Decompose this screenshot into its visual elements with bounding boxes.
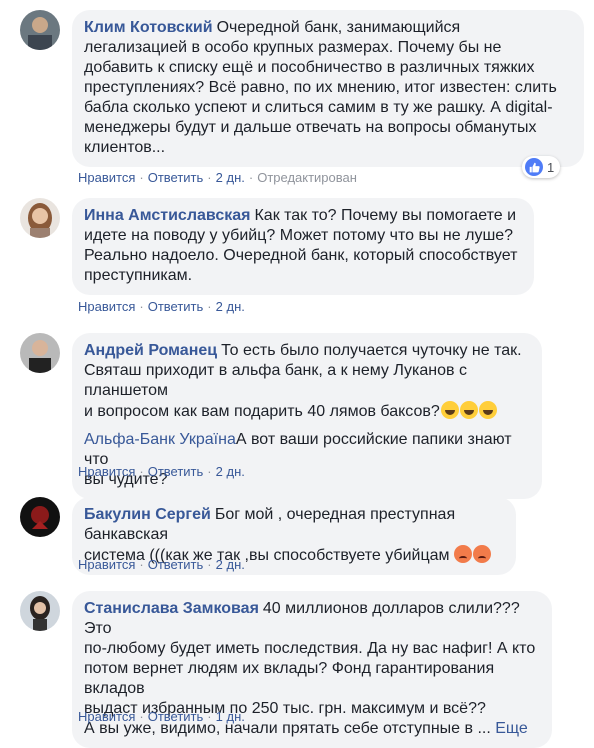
see-more-link[interactable]: Еще <box>495 720 528 737</box>
reply-link[interactable]: Ответить <box>148 709 204 724</box>
avatar[interactable] <box>20 10 60 50</box>
comment-text-line: Реально надоело. Очередной банк, который… <box>84 247 518 264</box>
comment-text-line: Святаш приходит в альфа банк, а к нему Л… <box>84 362 467 399</box>
author-name[interactable]: Клим Котовский <box>84 19 213 36</box>
edited-label: Отредактирован <box>257 170 357 185</box>
comment-text-line: потом вернет людям их вклады? Фонд гаран… <box>84 660 495 697</box>
like-link[interactable]: Нравится <box>78 464 135 479</box>
comment-text-line: легализацией в особо крупных размерах. П… <box>84 39 502 56</box>
like-link[interactable]: Нравится <box>78 170 135 185</box>
laughing-emoji-icon <box>440 401 459 419</box>
avatar[interactable] <box>20 497 60 537</box>
comment-actions: Нравится · Ответить · 1 дн. <box>78 709 245 724</box>
reaction-count-badge[interactable]: 1 <box>522 156 561 178</box>
author-name[interactable]: Станислава Замковая <box>84 600 259 617</box>
reaction-count: 1 <box>547 159 555 175</box>
like-link[interactable]: Нравится <box>78 557 135 572</box>
timestamp[interactable]: 1 дн. <box>216 709 245 724</box>
comment-bubble: Станислава Замковая 40 миллионов долларов… <box>72 591 552 748</box>
reply-link[interactable]: Ответить <box>148 299 204 314</box>
reply-link[interactable]: Ответить <box>148 557 204 572</box>
comment-text-line: То есть было получается чуточку не так. <box>221 342 522 359</box>
timestamp[interactable]: 2 дн. <box>216 299 245 314</box>
comment-actions: Нравится · Ответить · 2 дн. <box>78 557 245 572</box>
laughing-emoji-icon <box>459 401 478 419</box>
comment-text-line: преступлениях? Всё равно, по их мнению, … <box>84 79 557 96</box>
comment-text-line: по-любому будет иметь последствия. Да ну… <box>84 640 536 657</box>
comment-text-line: менеджеры будут и дальше отвечать на воп… <box>84 119 537 136</box>
comment-text-line: преступникам. <box>84 267 193 284</box>
reply-link[interactable]: Ответить <box>148 464 204 479</box>
comment-bubble: Инна Амстиславская Как так то? Почему вы … <box>72 198 534 295</box>
angry-emoji-icon <box>453 545 472 563</box>
comment-text-line: бабла сколько успеют и слиться самим в т… <box>84 99 553 116</box>
comment-text-line: идете на поводу у убийц? Может потому чт… <box>84 227 514 244</box>
like-icon <box>525 158 543 176</box>
author-name[interactable]: Андрей Романец <box>84 342 217 359</box>
avatar[interactable] <box>20 198 60 238</box>
comment-actions: Нравится · Ответить · 2 дн. · Отредактирован <box>78 170 357 185</box>
angry-emoji-icon <box>472 545 491 563</box>
reply-link[interactable]: Ответить <box>148 170 204 185</box>
avatar[interactable] <box>20 591 60 631</box>
page-mention-link[interactable]: Альфа-Банк Україна <box>84 431 236 448</box>
author-name[interactable]: Бакулин Сергей <box>84 506 211 523</box>
comment-text-line: клиентов... <box>84 139 166 156</box>
comment-text-line: Как так то? Почему вы помогаете и <box>254 207 517 224</box>
like-link[interactable]: Нравится <box>78 709 135 724</box>
author-name[interactable]: Инна Амстиславская <box>84 207 250 224</box>
comment-actions: Нравится · Ответить · 2 дн. <box>78 299 245 314</box>
comment-text-line: и вопросом как вам подарить 40 лямов бак… <box>84 403 440 420</box>
like-link[interactable]: Нравится <box>78 299 135 314</box>
comment-text-line: добавить к списку ещё и пособничество в … <box>84 59 535 76</box>
comment-actions: Нравится · Ответить · 2 дн. <box>78 464 245 479</box>
laughing-emoji-icon <box>478 401 497 419</box>
timestamp[interactable]: 2 дн. <box>216 557 245 572</box>
comment-bubble: Клим Котовский Очередной банк, занимающий… <box>72 10 584 167</box>
avatar[interactable] <box>20 333 60 373</box>
comment-text-line: Очередной банк, занимающийся <box>216 19 461 36</box>
timestamp[interactable]: 2 дн. <box>216 170 245 185</box>
timestamp[interactable]: 2 дн. <box>216 464 245 479</box>
